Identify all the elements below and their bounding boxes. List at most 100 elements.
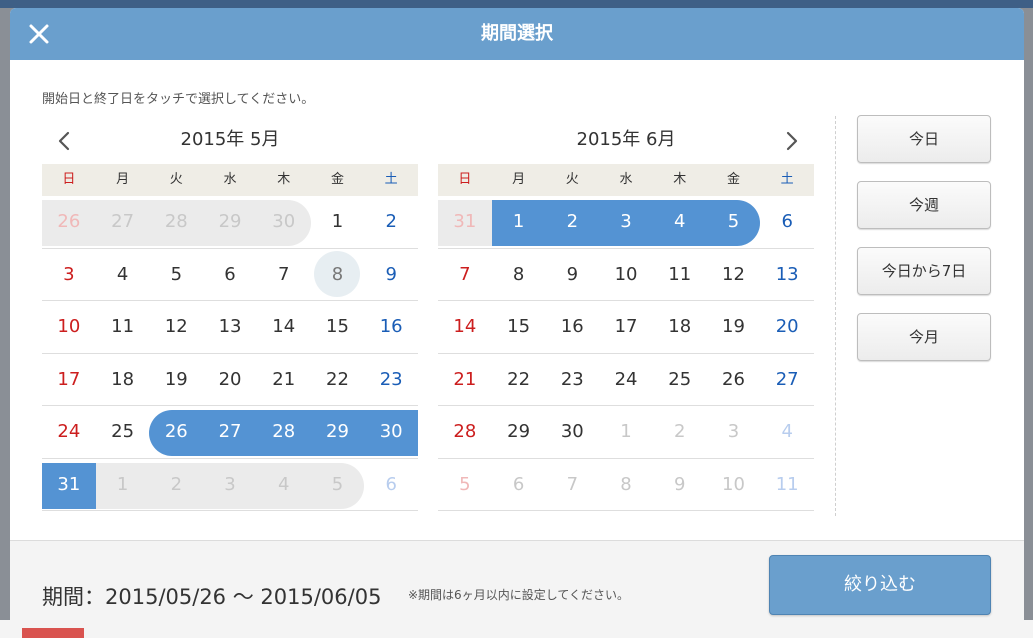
calendar-day[interactable]: 13 <box>203 301 257 353</box>
calendar-day-selected[interactable]: 3 <box>599 196 653 248</box>
calendar-day-outside[interactable]: 2 <box>653 406 707 458</box>
calendar-day-selected[interactable]: 5 <box>707 196 761 248</box>
this-month-button[interactable]: 今月 <box>857 313 991 361</box>
calendar-day[interactable]: 25 <box>96 406 150 458</box>
calendar-day[interactable]: 12 <box>149 301 203 353</box>
next-7-days-button[interactable]: 今日から7日 <box>857 247 991 295</box>
calendar-week: 3456789 <box>42 249 418 301</box>
calendar-day[interactable]: 9 <box>545 249 599 301</box>
calendar-day-selected[interactable]: 1 <box>492 196 546 248</box>
calendar-day[interactable]: 15 <box>492 301 546 353</box>
calendar-day[interactable]: 15 <box>311 301 365 353</box>
calendar-day[interactable]: 25 <box>653 354 707 406</box>
calendar-day-outside[interactable]: 27 <box>96 196 150 248</box>
close-button[interactable] <box>24 19 54 49</box>
calendar-day[interactable]: 2 <box>364 196 418 248</box>
calendar-day[interactable]: 12 <box>707 249 761 301</box>
calendar-day-outside[interactable]: 4 <box>257 459 311 511</box>
calendar-day[interactable]: 5 <box>149 249 203 301</box>
prev-month-button[interactable] <box>52 128 78 154</box>
calendar-day-outside[interactable]: 1 <box>599 406 653 458</box>
calendar-day-outside[interactable]: 4 <box>760 406 814 458</box>
calendar-title: 2015年 6月 <box>576 129 676 150</box>
calendar-day[interactable]: 24 <box>42 406 96 458</box>
day-grid: 31 1 2 3 4 5 6 7 8 9 10 11 12 13 14 15 16 17 18 19 20 21 22 23 2… <box>438 196 814 511</box>
calendar-day-outside[interactable]: 9 <box>653 459 707 511</box>
calendar-day[interactable]: 11 <box>653 249 707 301</box>
calendar-day-outside[interactable]: 6 <box>492 459 546 511</box>
weekday-tue: 火 <box>169 172 183 187</box>
calendar-day[interactable]: 17 <box>599 301 653 353</box>
calendar-day[interactable]: 21 <box>438 354 492 406</box>
calendar-day[interactable]: 10 <box>599 249 653 301</box>
calendar-day-outside[interactable]: 11 <box>760 459 814 511</box>
calendar-day[interactable]: 16 <box>364 301 418 353</box>
calendar-day-selected[interactable]: 29 <box>311 406 365 458</box>
calendar-day[interactable]: 29 <box>492 406 546 458</box>
calendar-title: 2015年 5月 <box>180 129 280 150</box>
calendar-day[interactable]: 23 <box>545 354 599 406</box>
calendar-day-selected[interactable]: 27 <box>203 406 257 458</box>
calendar-day-selected[interactable]: 26 <box>149 406 203 458</box>
calendar-day[interactable]: 8 <box>311 249 365 301</box>
calendar-week: 31 1 2 3 4 5 6 <box>42 459 418 511</box>
calendar-day[interactable]: 24 <box>599 354 653 406</box>
calendar-day-outside[interactable]: 3 <box>707 406 761 458</box>
calendar-day[interactable]: 21 <box>257 354 311 406</box>
calendar-day[interactable]: 13 <box>760 249 814 301</box>
calendar-day[interactable]: 20 <box>760 301 814 353</box>
calendar-day-selected[interactable]: 4 <box>653 196 707 248</box>
calendar-day[interactable]: 16 <box>545 301 599 353</box>
calendar-day[interactable]: 18 <box>653 301 707 353</box>
calendar-day[interactable]: 23 <box>364 354 418 406</box>
calendar-day-outside[interactable]: 26 <box>42 196 96 248</box>
calendar-week: 21 22 23 24 25 26 27 <box>438 354 814 406</box>
calendar-day-outside[interactable]: 6 <box>364 459 418 511</box>
calendar-day[interactable]: 27 <box>760 354 814 406</box>
calendar-day[interactable]: 30 <box>545 406 599 458</box>
calendar-day-outside[interactable]: 5 <box>311 459 365 511</box>
calendar-day-outside[interactable]: 5 <box>438 459 492 511</box>
calendar-day-selected[interactable]: 31 <box>42 459 96 511</box>
calendar-day[interactable]: 4 <box>96 249 150 301</box>
calendar-day-outside[interactable]: 2 <box>149 459 203 511</box>
calendar-day[interactable]: 17 <box>42 354 96 406</box>
calendar-day-outside[interactable]: 1 <box>96 459 150 511</box>
calendar-day-outside[interactable]: 31 <box>438 196 492 248</box>
calendar-day-outside[interactable]: 28 <box>149 196 203 248</box>
chevron-left-icon <box>58 131 70 151</box>
calendar-day[interactable]: 10 <box>42 301 96 353</box>
today-button[interactable]: 今日 <box>857 115 991 163</box>
calendar-day[interactable]: 9 <box>364 249 418 301</box>
calendar-day[interactable]: 18 <box>96 354 150 406</box>
calendar-day[interactable]: 22 <box>492 354 546 406</box>
calendar-day[interactable]: 7 <box>257 249 311 301</box>
calendar-day[interactable]: 19 <box>149 354 203 406</box>
calendar-day-selected[interactable]: 2 <box>545 196 599 248</box>
apply-filter-button[interactable]: 絞り込む <box>769 555 991 615</box>
calendar-day[interactable]: 6 <box>203 249 257 301</box>
calendar-day[interactable]: 14 <box>438 301 492 353</box>
calendar-day[interactable]: 26 <box>707 354 761 406</box>
calendar-day-outside[interactable]: 10 <box>707 459 761 511</box>
calendar-day[interactable]: 1 <box>311 196 365 248</box>
calendar-day[interactable]: 8 <box>492 249 546 301</box>
calendar-day[interactable]: 11 <box>96 301 150 353</box>
calendar-day-outside[interactable]: 8 <box>599 459 653 511</box>
calendar-day[interactable]: 6 <box>760 196 814 248</box>
calendar-day[interactable]: 22 <box>311 354 365 406</box>
calendar-day[interactable]: 19 <box>707 301 761 353</box>
calendar-day[interactable]: 7 <box>438 249 492 301</box>
calendar-day-outside[interactable]: 3 <box>203 459 257 511</box>
calendar-day[interactable]: 3 <box>42 249 96 301</box>
next-month-button[interactable] <box>778 128 804 154</box>
calendar-day-selected[interactable]: 30 <box>364 406 418 458</box>
calendar-day-selected[interactable]: 28 <box>257 406 311 458</box>
calendar-day-outside[interactable]: 30 <box>257 196 311 248</box>
calendar-day[interactable]: 14 <box>257 301 311 353</box>
calendar-day[interactable]: 20 <box>203 354 257 406</box>
calendar-day[interactable]: 28 <box>438 406 492 458</box>
this-week-button[interactable]: 今週 <box>857 181 991 229</box>
calendar-day-outside[interactable]: 29 <box>203 196 257 248</box>
calendar-day-outside[interactable]: 7 <box>545 459 599 511</box>
